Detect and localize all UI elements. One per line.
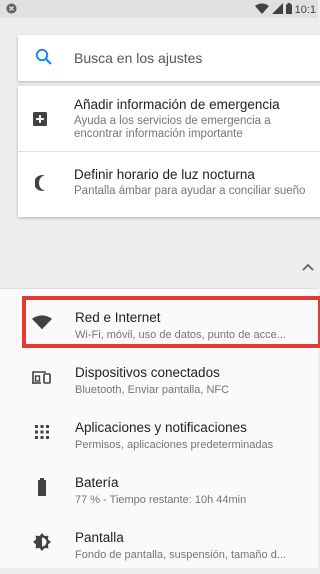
settings-item-title: Aplicaciones y notificaciones [75, 420, 247, 435]
battery-icon [32, 477, 52, 497]
suggestion-subtitle-line1: Ayuda a los servicios de emergencia a [74, 115, 271, 127]
settings-list: Red e Internet Wi-Fi, móvil, uso de dato… [0, 288, 320, 568]
status-bar: 10:1 [0, 0, 318, 18]
settings-item-network[interactable]: Red e Internet Wi-Fi, móvil, uso de dato… [0, 296, 320, 354]
settings-item-battery[interactable]: Batería 77 % - Tiempo restante: 10h 44mi… [0, 461, 318, 519]
status-icons: 10:1 [254, 3, 316, 17]
settings-item-title: Red e Internet [75, 310, 161, 325]
settings-item-display[interactable]: Pantalla Fondo de pantalla, suspensión, … [0, 516, 318, 574]
settings-item-subtitle: Permisos, aplicaciones predeterminadas [75, 439, 274, 451]
clock: 10:1 [294, 4, 316, 16]
plus-box-icon [33, 112, 47, 131]
search-bar[interactable]: Busca en los ajustes [18, 35, 320, 81]
apps-grid-icon [32, 422, 52, 442]
suggestions-card: Añadir información de emergencia Ayuda a… [18, 86, 320, 217]
settings-item-title: Pantalla [75, 530, 124, 545]
settings-item-subtitle: Bluetooth, Enviar pantalla, NFC [75, 384, 230, 396]
suggestion-title: Definir horario de luz nocturna [74, 167, 255, 182]
settings-item-title: Dispositivos conectados [75, 365, 220, 380]
signal-icon [271, 3, 283, 17]
battery-icon [285, 3, 292, 17]
moon-icon [34, 175, 47, 196]
devices-icon [32, 367, 52, 387]
settings-item-connected-devices[interactable]: Dispositivos conectados Bluetooth, Envia… [0, 351, 318, 409]
settings-item-subtitle: Wi-Fi, móvil, uso de datos, punto de acc… [75, 329, 286, 341]
suggestion-title: Añadir información de emergencia [74, 97, 280, 112]
close-circle-icon[interactable] [6, 3, 17, 17]
wifi-icon [32, 312, 52, 332]
wifi-icon [254, 3, 269, 17]
suggestion-emergency-info[interactable]: Añadir información de emergencia Ayuda a… [18, 86, 320, 150]
settings-item-apps[interactable]: Aplicaciones y notificaciones Permisos, … [0, 406, 318, 464]
brightness-icon [32, 532, 52, 552]
suggestion-subtitle: Pantalla ámbar para ayudar a conciliar s… [74, 185, 306, 197]
divider [0, 288, 318, 289]
search-icon [35, 48, 53, 71]
suggestion-subtitle-line2: encontrar información importante [74, 128, 243, 140]
suggestion-night-light[interactable]: Definir horario de luz nocturna Pantalla… [18, 152, 320, 216]
settings-item-title: Batería [75, 475, 119, 490]
chevron-up-icon[interactable] [302, 258, 314, 274]
settings-item-subtitle: Fondo de pantalla, suspensión, tamaño d.… [75, 549, 286, 561]
search-placeholder: Busca en los ajustes [74, 50, 203, 66]
settings-item-subtitle: 77 % - Tiempo restante: 10h 44min [75, 494, 247, 506]
